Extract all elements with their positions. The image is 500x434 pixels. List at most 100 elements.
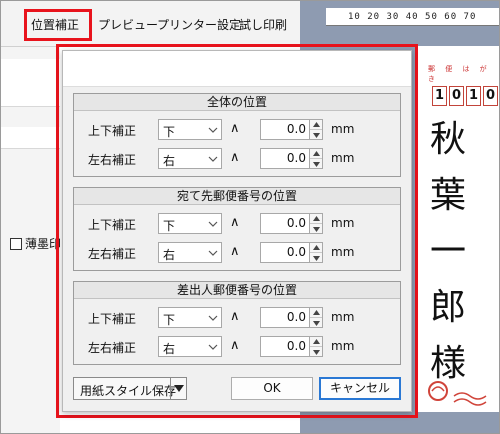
unit-label: mm xyxy=(331,216,355,230)
menu-item-printer-settings[interactable]: プリンター設定 xyxy=(157,16,241,33)
spin-down-button[interactable] xyxy=(310,253,322,263)
menu-bar: 位置補正 プレビュー プリンター設定 試し印刷 xyxy=(0,0,300,46)
direction-select[interactable]: 右 xyxy=(158,148,222,169)
chevron-down-icon xyxy=(208,221,218,227)
direction-value: 右 xyxy=(163,342,176,356)
caret-symbol: ∧ xyxy=(230,338,240,353)
spin-down-button[interactable] xyxy=(310,159,322,169)
arrow-up-icon xyxy=(312,122,320,127)
spin-up-button[interactable] xyxy=(310,214,322,224)
group-title: 差出人郵便番号の位置 xyxy=(74,282,400,299)
direction-select[interactable]: 右 xyxy=(158,242,222,263)
direction-select[interactable]: 下 xyxy=(158,213,222,234)
unit-label: mm xyxy=(331,310,355,324)
horizontal-correction-row: 左右補正 右 ∧ 0.0 mm xyxy=(74,242,400,264)
arrow-down-icon xyxy=(312,161,320,167)
name-char: 一 xyxy=(429,231,466,272)
arrow-down-icon xyxy=(312,320,320,326)
triangle-down-icon[interactable] xyxy=(174,384,184,393)
spin-up-button[interactable] xyxy=(310,308,322,318)
arrow-up-icon xyxy=(312,216,320,221)
group-title: 全体の位置 xyxy=(74,94,400,111)
vertical-correction-row: 上下補正 下 ∧ 0.0 mm xyxy=(74,119,400,141)
caret-symbol: ∧ xyxy=(230,215,240,230)
chevron-down-icon xyxy=(208,156,218,162)
direction-value: 下 xyxy=(163,125,176,139)
spin-up-button[interactable] xyxy=(310,243,322,253)
save-paper-style-button[interactable]: 用紙スタイル保存 xyxy=(73,377,187,400)
spin-up-button[interactable] xyxy=(310,337,322,347)
dialog-titlebar xyxy=(63,51,411,87)
caret-symbol: ∧ xyxy=(230,150,240,165)
horizontal-correction-label: 左右補正 xyxy=(88,341,137,355)
zip-digit: 0 xyxy=(483,86,498,106)
vertical-correction-row: 上下補正 下 ∧ 0.0 mm xyxy=(74,307,400,329)
zip-digit: 0 xyxy=(449,86,464,106)
arrow-down-icon xyxy=(312,255,320,261)
horizontal-correction-row: 左右補正 右 ∧ 0.0 mm xyxy=(74,336,400,358)
sender-zip-position-group: 差出人郵便番号の位置 上下補正 下 ∧ 0.0 mm 左右補正 右 ∧ 0.0 xyxy=(73,281,401,365)
zip-digit: 1 xyxy=(466,86,481,106)
overall-position-group: 全体の位置 上下補正 下 ∧ 0.0 mm 左右補正 右 ∧ 0.0 mm xyxy=(73,93,401,177)
spin-down-button[interactable] xyxy=(310,318,322,328)
recipient-zip-position-group: 宛て先郵便番号の位置 上下補正 下 ∧ 0.0 mm 左右補正 右 ∧ 0.0 xyxy=(73,187,401,271)
spin-up-button[interactable] xyxy=(310,120,322,130)
cancel-button[interactable]: キャンセル xyxy=(319,377,401,400)
offset-input[interactable]: 0.0 xyxy=(260,119,310,140)
left-panel-field xyxy=(0,59,60,107)
offset-spinner[interactable] xyxy=(310,119,323,140)
name-char: 葉 xyxy=(429,175,466,216)
recipient-zip-boxes: 1 0 1 0 xyxy=(432,86,498,106)
caret-symbol: ∧ xyxy=(230,244,240,259)
arrow-up-icon xyxy=(312,310,320,315)
offset-spinner[interactable] xyxy=(310,307,323,328)
offset-input[interactable]: 0.0 xyxy=(260,148,310,169)
spin-down-button[interactable] xyxy=(310,347,322,357)
direction-value: 下 xyxy=(163,313,176,327)
offset-spinner[interactable] xyxy=(310,148,323,169)
direction-value: 右 xyxy=(163,154,176,168)
chevron-down-icon xyxy=(208,127,218,133)
vertical-correction-label: 上下補正 xyxy=(88,218,137,232)
unit-label: mm xyxy=(331,151,355,165)
split-divider xyxy=(170,378,171,399)
offset-input[interactable]: 0.0 xyxy=(260,242,310,263)
direction-value: 下 xyxy=(163,219,176,233)
direction-select[interactable]: 下 xyxy=(158,307,222,328)
vertical-correction-label: 上下補正 xyxy=(88,124,137,138)
name-char: 郎 xyxy=(429,287,466,328)
chevron-down-icon xyxy=(208,344,218,350)
direction-select[interactable]: 右 xyxy=(158,336,222,357)
spin-down-button[interactable] xyxy=(310,224,322,234)
name-char: 秋 xyxy=(429,119,466,160)
offset-input[interactable]: 0.0 xyxy=(260,307,310,328)
zip-digit: 1 xyxy=(432,86,447,106)
offset-spinner[interactable] xyxy=(310,213,323,234)
arrow-down-icon xyxy=(312,226,320,232)
ok-button[interactable]: OK xyxy=(231,377,313,400)
offset-input[interactable]: 0.0 xyxy=(260,336,310,357)
unit-label: mm xyxy=(331,122,355,136)
direction-value: 右 xyxy=(163,248,176,262)
horizontal-correction-label: 左右補正 xyxy=(88,247,137,261)
horizontal-correction-row: 左右補正 右 ∧ 0.0 mm xyxy=(74,148,400,170)
save-paper-style-label: 用紙スタイル保存 xyxy=(80,384,177,398)
postcard-header: 郵 便 は が き xyxy=(428,65,491,83)
horizontal-ruler: 10 20 30 40 50 60 70 xyxy=(326,8,500,26)
unit-label: mm xyxy=(331,339,355,353)
offset-spinner[interactable] xyxy=(310,336,323,357)
menu-item-preview[interactable]: プレビュー xyxy=(98,16,158,33)
arrow-up-icon xyxy=(312,245,320,250)
offset-input[interactable]: 0.0 xyxy=(260,213,310,234)
menu-item-test-print[interactable]: 試し印刷 xyxy=(239,16,287,33)
spin-down-button[interactable] xyxy=(310,130,322,140)
arrow-down-icon xyxy=(312,349,320,355)
offset-spinner[interactable] xyxy=(310,242,323,263)
chevron-down-icon xyxy=(208,315,218,321)
thin-ink-checkbox[interactable] xyxy=(10,238,22,250)
arrow-down-icon xyxy=(312,132,320,138)
active-menu-highlight xyxy=(24,9,92,41)
decorative-stamp-illustration xyxy=(428,381,487,406)
spin-up-button[interactable] xyxy=(310,149,322,159)
direction-select[interactable]: 下 xyxy=(158,119,222,140)
